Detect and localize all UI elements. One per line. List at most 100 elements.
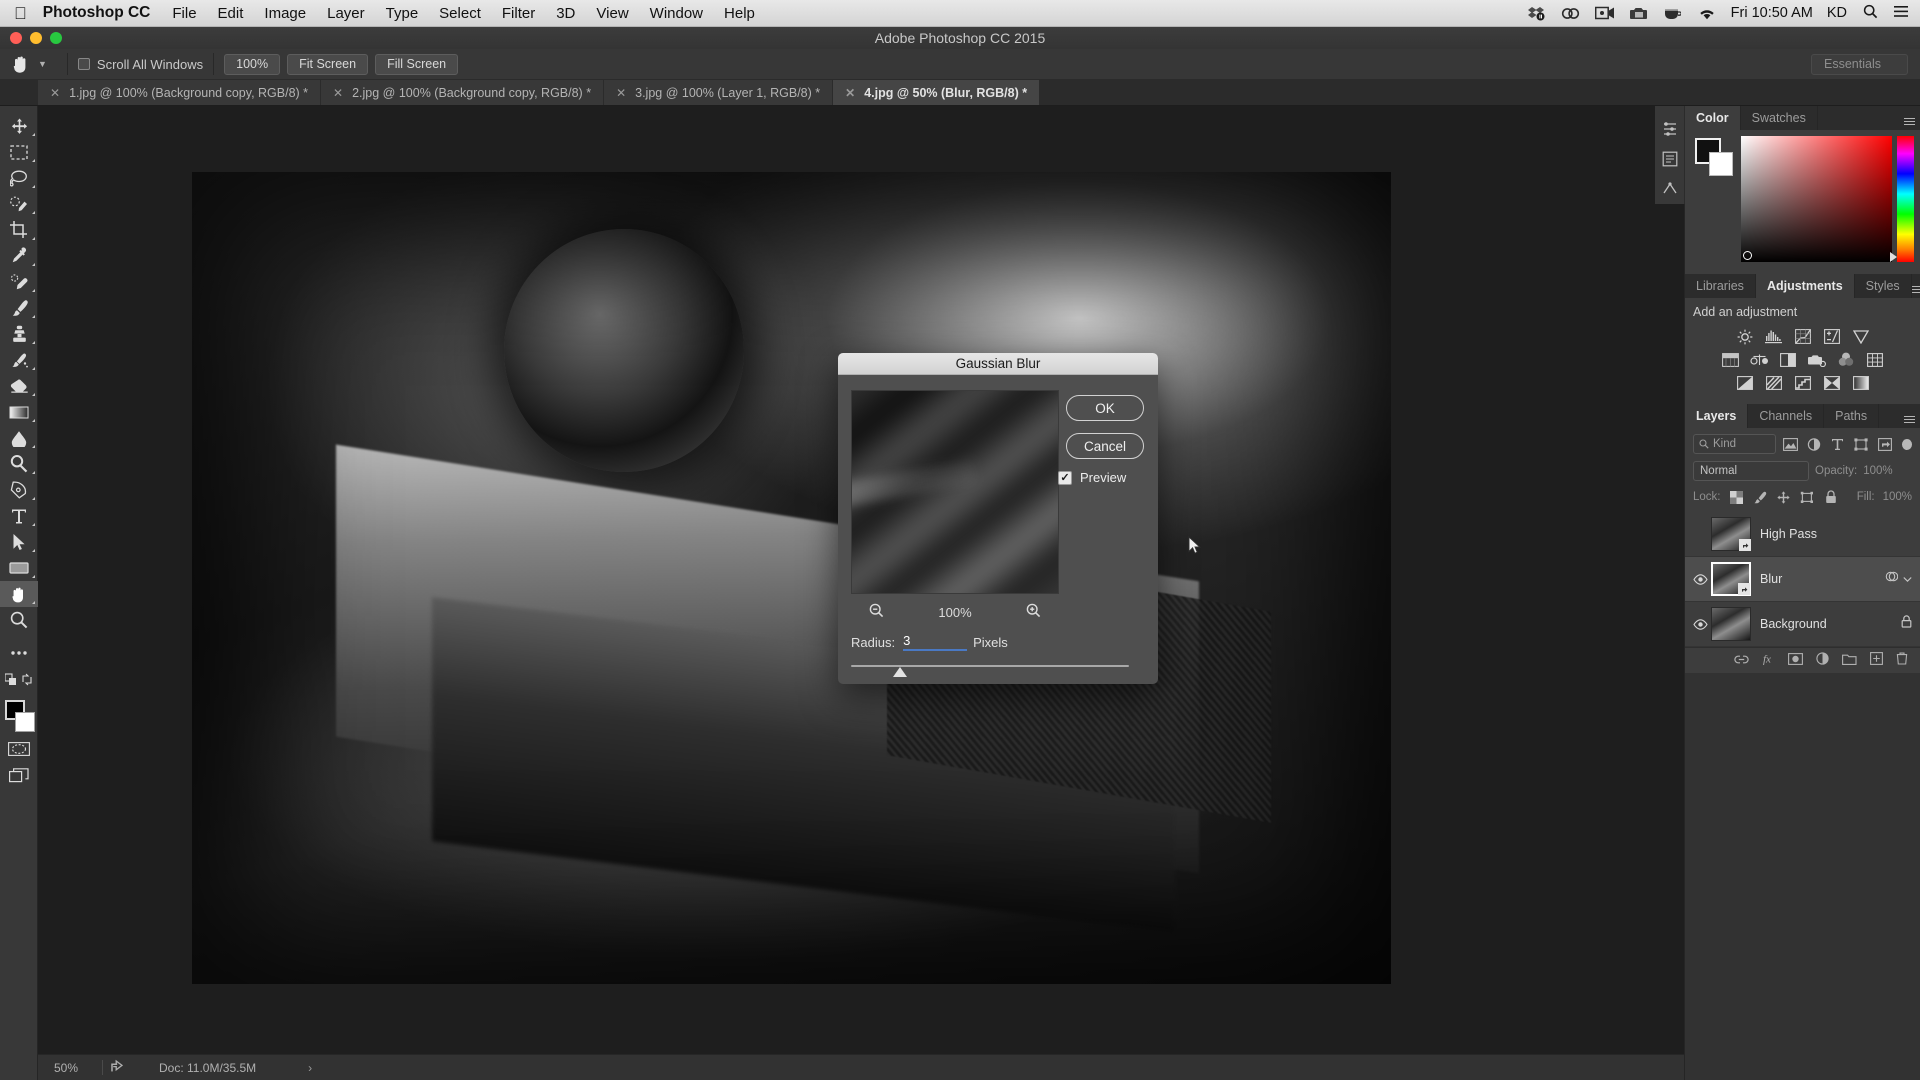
- user-account-label[interactable]: KD: [1827, 5, 1847, 21]
- background-color-swatch[interactable]: [1709, 152, 1733, 176]
- close-icon[interactable]: ✕: [333, 86, 343, 100]
- workspace-switcher[interactable]: Essentials: [1811, 53, 1908, 75]
- clock[interactable]: Fri 10:50 AM: [1731, 5, 1813, 21]
- layer-row-high-pass[interactable]: High Pass: [1685, 512, 1920, 557]
- fill-screen-button[interactable]: Fill Screen: [375, 53, 459, 75]
- more-tools-icon[interactable]: [0, 640, 38, 666]
- adjustment-layer-filter-icon[interactable]: [1805, 435, 1823, 453]
- tab-layers[interactable]: Layers: [1685, 404, 1749, 428]
- document-tab-2[interactable]: ✕ 2.jpg @ 100% (Background copy, RGB/8) …: [321, 80, 605, 105]
- blend-mode-select[interactable]: Normal: [1693, 461, 1809, 481]
- actions-panel-icon[interactable]: [1655, 174, 1685, 204]
- layer-row-background[interactable]: Background: [1685, 602, 1920, 647]
- radius-input[interactable]: 3: [903, 633, 968, 651]
- layer-name[interactable]: Blur: [1760, 572, 1885, 586]
- zoom-in-icon[interactable]: [1026, 603, 1041, 621]
- default-colors-and-swap-icons[interactable]: [0, 666, 38, 692]
- menu-filter[interactable]: Filter: [502, 5, 535, 22]
- brush-tool-icon[interactable]: [0, 295, 38, 321]
- layer-visibility-toggle[interactable]: [1689, 618, 1711, 630]
- active-app-name[interactable]: Photoshop CC: [43, 4, 151, 22]
- tab-color[interactable]: Color: [1685, 106, 1741, 130]
- menu-edit[interactable]: Edit: [218, 5, 244, 22]
- hue-slider-marker[interactable]: [1890, 252, 1897, 262]
- smart-filter-icon[interactable]: [1885, 570, 1899, 588]
- preview-checkbox[interactable]: ✓: [1058, 470, 1072, 485]
- color-lookup-icon[interactable]: [1866, 351, 1885, 368]
- new-fill-adjustment-icon[interactable]: [1816, 651, 1829, 670]
- menu-3d[interactable]: 3D: [556, 5, 575, 22]
- menu-select[interactable]: Select: [439, 5, 481, 22]
- zoom-tool-icon[interactable]: [0, 607, 38, 633]
- type-layer-filter-icon[interactable]: [1829, 435, 1847, 453]
- background-color-swatch[interactable]: [15, 712, 35, 732]
- close-icon[interactable]: ✕: [845, 86, 855, 100]
- curves-icon[interactable]: [1793, 328, 1812, 345]
- brightness-contrast-icon[interactable]: [1735, 328, 1754, 345]
- rectangular-marquee-tool-icon[interactable]: [0, 139, 38, 165]
- creative-cloud-icon[interactable]: [1561, 4, 1581, 22]
- posterize-icon[interactable]: [1764, 374, 1783, 391]
- dodge-tool-icon[interactable]: [0, 451, 38, 477]
- eraser-tool-icon[interactable]: [0, 373, 38, 399]
- zoom-level[interactable]: 50%: [38, 1061, 94, 1075]
- quick-mask-icon[interactable]: [0, 736, 38, 762]
- spot-healing-brush-tool-icon[interactable]: [0, 269, 38, 295]
- fit-screen-button[interactable]: Fit Screen: [287, 53, 369, 75]
- layer-thumbnail[interactable]: [1711, 517, 1751, 551]
- expand-filters-chevron-down-icon[interactable]: [1903, 570, 1912, 588]
- lock-image-pixels-icon[interactable]: [1752, 488, 1768, 506]
- tab-swatches[interactable]: Swatches: [1740, 106, 1818, 130]
- vibrance-icon[interactable]: [1851, 328, 1870, 345]
- layer-name[interactable]: Background: [1760, 617, 1901, 631]
- new-group-icon[interactable]: [1842, 652, 1857, 670]
- link-layers-icon[interactable]: [1734, 652, 1749, 670]
- hand-tool-icon[interactable]: [6, 51, 36, 77]
- path-selection-tool-icon[interactable]: [0, 529, 38, 555]
- radius-slider[interactable]: [851, 662, 1141, 680]
- screen-record-icon[interactable]: [1594, 4, 1615, 22]
- history-panel-icon[interactable]: [1655, 114, 1685, 144]
- layer-name[interactable]: High Pass: [1760, 527, 1912, 541]
- coffee-icon[interactable]: [1663, 4, 1683, 22]
- tab-styles[interactable]: Styles: [1854, 274, 1912, 298]
- panel-menu-icon[interactable]: [1911, 274, 1920, 298]
- opacity-value[interactable]: 100%: [1863, 465, 1892, 477]
- menu-type[interactable]: Type: [386, 5, 419, 22]
- share-icon[interactable]: [111, 1059, 127, 1076]
- color-field[interactable]: [1741, 136, 1892, 262]
- lock-artboard-icon[interactable]: [1799, 488, 1815, 506]
- crop-tool-icon[interactable]: [0, 217, 38, 243]
- layer-filter-kind-select[interactable]: Kind: [1693, 434, 1776, 454]
- panel-menu-icon[interactable]: [1898, 106, 1920, 130]
- lock-transparent-pixels-icon[interactable]: [1729, 488, 1745, 506]
- move-tool-icon[interactable]: [0, 113, 38, 139]
- apple-logo-icon[interactable]: : [14, 5, 27, 22]
- menu-layer[interactable]: Layer: [327, 5, 365, 22]
- layer-visibility-toggle[interactable]: [1689, 573, 1711, 585]
- invert-icon[interactable]: [1735, 374, 1754, 391]
- lasso-tool-icon[interactable]: [0, 165, 38, 191]
- type-tool-icon[interactable]: [0, 503, 38, 529]
- ok-button[interactable]: OK: [1066, 395, 1144, 421]
- foreground-background-color-swatches[interactable]: [0, 696, 38, 736]
- canvas-area[interactable]: Gaussian Blur 100% Radius: 3 Pixels OK C…: [38, 106, 1684, 1054]
- color-panel-swatches[interactable]: [1695, 138, 1737, 180]
- control-center-icon[interactable]: [1894, 5, 1908, 22]
- wifi-icon[interactable]: [1697, 4, 1717, 22]
- photo-filter-icon[interactable]: [1808, 351, 1827, 368]
- panel-menu-icon[interactable]: [1898, 404, 1920, 428]
- hand-tool-icon[interactable]: [0, 581, 38, 607]
- history-brush-tool-icon[interactable]: [0, 347, 38, 373]
- layer-style-icon[interactable]: fx: [1762, 652, 1775, 670]
- scroll-all-windows-option[interactable]: Scroll All Windows: [77, 57, 203, 72]
- layer-row-blur[interactable]: Blur: [1685, 557, 1920, 602]
- new-layer-icon[interactable]: [1870, 651, 1883, 670]
- layer-thumbnail[interactable]: [1711, 607, 1751, 641]
- lock-all-icon[interactable]: [1823, 488, 1839, 506]
- properties-panel-icon[interactable]: [1655, 144, 1685, 174]
- color-balance-icon[interactable]: [1749, 351, 1769, 368]
- color-picker-marker[interactable]: [1743, 251, 1752, 260]
- search-icon[interactable]: [1863, 4, 1878, 23]
- exposure-icon[interactable]: [1822, 328, 1841, 345]
